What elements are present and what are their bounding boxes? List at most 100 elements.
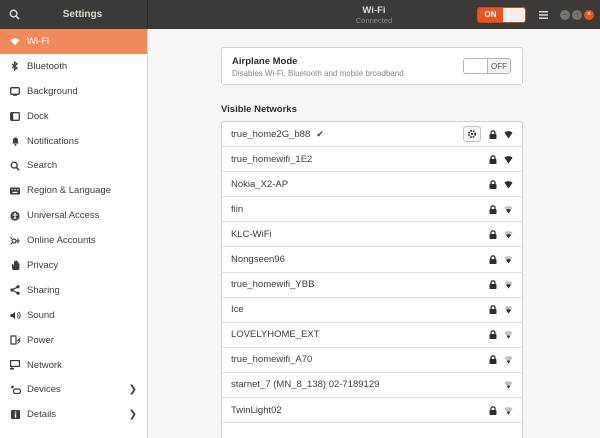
- lock-icon: [489, 129, 497, 139]
- wifi-signal-icon: [504, 280, 513, 289]
- sidebar-item-dock[interactable]: Dock: [0, 104, 147, 129]
- online-accounts-icon: [9, 236, 21, 246]
- sidebar-item-label: Sharing: [27, 284, 60, 296]
- airplane-mode-subtitle: Disables Wi-Fi, Bluetooth and mobile bro…: [232, 69, 404, 78]
- wifi-signal-icon: [504, 255, 513, 264]
- wifi-toggle-knob: [503, 7, 525, 22]
- minimize-button[interactable]: –: [560, 9, 570, 20]
- network-status-icons: [489, 398, 513, 422]
- keyboard-icon: [9, 187, 21, 195]
- lock-icon: [489, 305, 497, 315]
- connected-check-icon: ✔: [316, 128, 324, 139]
- main-panel: Airplane Mode Disables Wi-Fi, Bluetooth …: [148, 29, 600, 438]
- network-settings-button[interactable]: [463, 126, 481, 143]
- wifi-signal-icon: [504, 130, 513, 139]
- lock-icon: [489, 154, 497, 164]
- network-name: fiin: [231, 203, 244, 215]
- wifi-toggle[interactable]: ON: [477, 6, 526, 23]
- bluetooth-icon: [9, 61, 21, 72]
- hamburger-icon: [538, 10, 548, 19]
- wifi-signal-icon: [504, 230, 513, 239]
- header-left: Settings: [0, 0, 148, 29]
- sidebar-item-label: Power: [27, 334, 54, 346]
- network-row[interactable]: true_homewifi_1E2: [222, 147, 522, 173]
- sidebar-item-universal-access[interactable]: Universal Access: [0, 203, 147, 228]
- network-name: KLC-WiFi: [231, 228, 272, 240]
- chevron-right-icon: ❯: [128, 384, 137, 396]
- search-button[interactable]: [0, 0, 28, 29]
- sidebar-item-bluetooth[interactable]: Bluetooth: [0, 54, 147, 79]
- network-row[interactable]: true_homewifi_A70: [222, 348, 522, 373]
- network-row[interactable]: fiin: [222, 197, 522, 223]
- sidebar-item-details[interactable]: Details ❯: [0, 402, 147, 427]
- wifi-toggle-label: ON: [478, 7, 503, 22]
- network-row[interactable]: Ice: [222, 298, 522, 323]
- sidebar-item-label: Background: [27, 85, 78, 97]
- network-status-icons: [489, 273, 513, 297]
- network-status-icons: [489, 348, 513, 372]
- header-controls: ON – ▫ ×: [477, 0, 600, 29]
- network-row[interactable]: [222, 423, 522, 438]
- hand-icon: [9, 260, 21, 271]
- minimize-icon: –: [563, 10, 567, 18]
- network-name: Nongseen96: [231, 254, 285, 266]
- network-status-icons: [489, 172, 513, 196]
- airplane-mode-row[interactable]: Airplane Mode Disables Wi-Fi, Bluetooth …: [221, 47, 523, 85]
- sidebar-item-network[interactable]: Network: [0, 353, 147, 378]
- wifi-icon: [9, 37, 21, 46]
- sidebar-item-label: Devices: [27, 384, 61, 396]
- network-row[interactable]: LOVELYHOME_EXT: [222, 323, 522, 348]
- wifi-signal-icon: [504, 330, 513, 339]
- sidebar-item-wifi[interactable]: Wi-Fi: [0, 29, 147, 54]
- network-status-icons: [489, 222, 513, 246]
- sidebar-item-sound[interactable]: Sound: [0, 303, 147, 328]
- wifi-signal-icon: [504, 205, 513, 214]
- network-row[interactable]: Nongseen96: [222, 247, 522, 273]
- maximize-button[interactable]: ▫: [572, 9, 582, 20]
- network-row[interactable]: TwinLight02: [222, 398, 522, 424]
- sidebar-item-power[interactable]: Power: [0, 328, 147, 353]
- sidebar-item-devices[interactable]: Devices ❯: [0, 377, 147, 402]
- lock-icon: [489, 330, 497, 340]
- network-name: LOVELYHOME_EXT: [231, 329, 320, 341]
- sidebar-item-background[interactable]: Background: [0, 79, 147, 104]
- network-row[interactable]: Nokia_X2-AP: [222, 172, 522, 198]
- gear-icon: [467, 129, 477, 139]
- network-status-icons: [489, 323, 513, 347]
- network-row[interactable]: KLC-WiFi: [222, 222, 522, 248]
- sidebar-item-notifications[interactable]: Notifications: [0, 129, 147, 154]
- network-status-icons: [489, 298, 513, 322]
- sidebar-item-label: Notifications: [27, 135, 79, 147]
- speaker-icon: [9, 311, 21, 320]
- lock-icon: [489, 205, 497, 214]
- network-status-icons: [504, 373, 513, 397]
- header-bar: Settings Wi-Fi Connected ON – ▫ ×: [0, 0, 600, 29]
- search-icon: [9, 9, 20, 20]
- network-row[interactable]: true_home2G_b88 ✔: [222, 122, 522, 148]
- network-status-icons: [463, 122, 513, 146]
- airplane-toggle-label: OFF: [491, 61, 507, 71]
- sidebar-item-region-language[interactable]: Region & Language: [0, 178, 147, 203]
- sidebar-item-label: Network: [27, 359, 62, 371]
- close-button[interactable]: ×: [584, 9, 594, 20]
- share-icon: [9, 285, 21, 296]
- airplane-mode-toggle[interactable]: OFF: [463, 58, 511, 74]
- sidebar-item-search[interactable]: Search: [0, 153, 147, 178]
- sidebar-item-privacy[interactable]: Privacy: [0, 253, 147, 278]
- lock-icon: [489, 230, 497, 239]
- sidebar-item-label: Details: [27, 409, 57, 421]
- wifi-signal-icon: [504, 155, 513, 164]
- menu-button[interactable]: [535, 7, 551, 23]
- lock-icon: [489, 179, 497, 189]
- lock-icon: [489, 280, 497, 290]
- sidebar-item-online-accounts[interactable]: Online Accounts: [0, 228, 147, 253]
- lock-icon: [489, 405, 497, 415]
- search-icon: [9, 161, 21, 171]
- background-icon: [9, 86, 21, 96]
- network-row[interactable]: starnet_7 (MN_8_138) 02-7189129: [222, 373, 522, 399]
- wifi-signal-icon: [504, 305, 513, 314]
- network-row[interactable]: true_homewifi_YBB: [222, 273, 522, 298]
- sidebar-item-sharing[interactable]: Sharing: [0, 278, 147, 303]
- network-name: true_home2G_b88: [231, 128, 311, 140]
- network-status-icons: [489, 247, 513, 271]
